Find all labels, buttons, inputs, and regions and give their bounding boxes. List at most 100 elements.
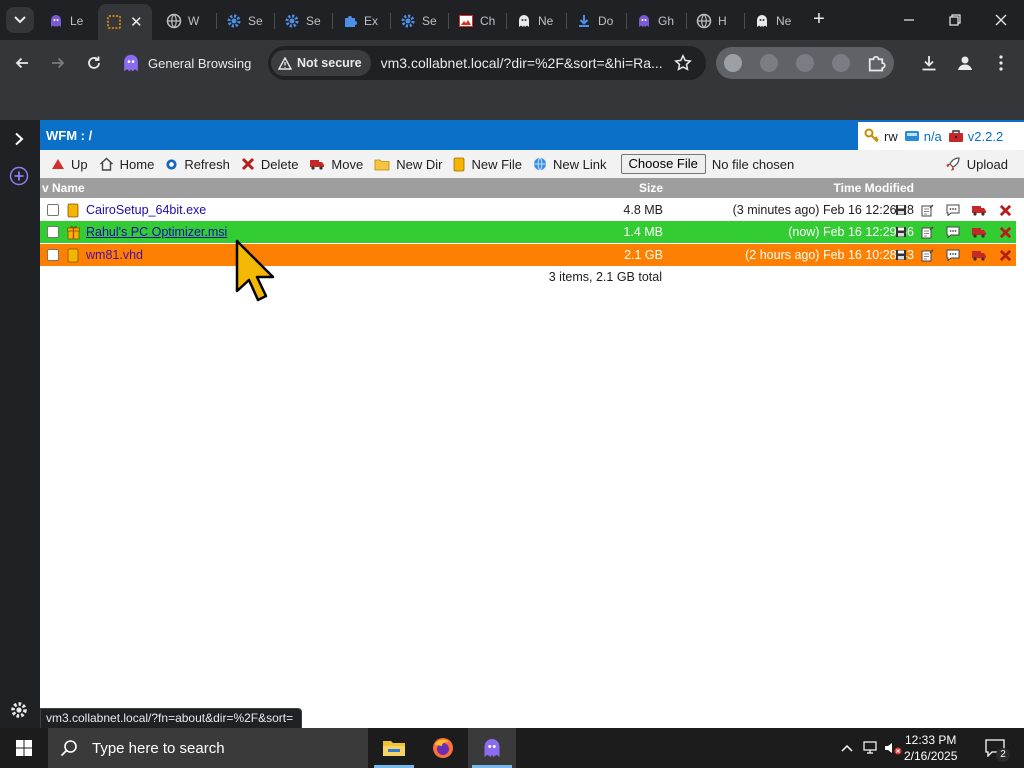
- new-file-button[interactable]: New File: [453, 157, 522, 172]
- time-column-header[interactable]: Time Modified: [834, 181, 914, 195]
- extension-icon[interactable]: [760, 54, 778, 72]
- disk-status[interactable]: n/a: [904, 129, 942, 144]
- tab-strip: Le ✕ W Se Se Ex Se Ch Ne Do Gh H Ne +: [0, 0, 1024, 40]
- taskbar-search[interactable]: Type here to search: [48, 728, 368, 768]
- delete-button[interactable]: Delete: [241, 157, 298, 172]
- tab-title: H: [718, 14, 727, 28]
- move-button[interactable]: Move: [309, 157, 363, 172]
- face-extension-icon[interactable]: [796, 54, 814, 72]
- new-file-label: New File: [471, 156, 523, 172]
- tab-9[interactable]: Do: [568, 6, 624, 36]
- refresh-label: Refresh: [184, 156, 230, 172]
- restore-button[interactable]: [932, 0, 978, 40]
- version-label: v2.2.2: [967, 128, 1004, 144]
- tab-7[interactable]: Ch: [450, 6, 506, 36]
- edit-action[interactable]: [914, 247, 940, 263]
- delete-action[interactable]: [992, 202, 1018, 218]
- comment-action[interactable]: [940, 224, 966, 240]
- move-action[interactable]: [966, 202, 992, 218]
- row-checkbox[interactable]: [47, 204, 59, 216]
- back-button[interactable]: [10, 51, 34, 75]
- move-action[interactable]: [966, 247, 992, 263]
- save-action[interactable]: [888, 202, 914, 218]
- file-time: (3 minutes ago) Feb 16 12:26:28: [732, 203, 914, 217]
- permission-status[interactable]: rw: [864, 128, 898, 144]
- tab-6[interactable]: Se: [392, 6, 448, 36]
- move-action[interactable]: [966, 224, 992, 240]
- table-row: CairoSetup_64bit.exe 4.8 MB (3 minutes a…: [40, 199, 1016, 221]
- row-checkbox[interactable]: [47, 226, 59, 238]
- tab-10[interactable]: Gh: [628, 6, 684, 36]
- tray-overflow-button[interactable]: [838, 739, 856, 757]
- edit-action[interactable]: [914, 202, 940, 218]
- file-link[interactable]: Rahul's PC Optimizer.msi: [86, 225, 227, 239]
- tab-3[interactable]: Se: [218, 6, 274, 36]
- name-column-header[interactable]: v Name: [42, 181, 85, 195]
- tab-5[interactable]: Ex: [334, 6, 390, 36]
- home-button[interactable]: Home: [99, 157, 154, 172]
- up-button[interactable]: Up: [51, 157, 88, 172]
- ghost-icon: [519, 15, 529, 27]
- firefox-app[interactable]: [419, 728, 467, 768]
- tab-4[interactable]: Se: [276, 6, 332, 36]
- choose-file-button[interactable]: Choose File: [620, 154, 706, 174]
- row-checkbox[interactable]: [47, 249, 59, 261]
- tab-2[interactable]: W: [158, 6, 214, 36]
- ghost-browser-app[interactable]: [468, 728, 516, 768]
- refresh-button[interactable]: Refresh: [165, 157, 230, 172]
- chevron-right-icon[interactable]: [12, 132, 26, 146]
- floppy-icon: [896, 205, 906, 215]
- new-dir-button[interactable]: New Dir: [374, 157, 442, 172]
- tab-separator: [448, 13, 449, 29]
- network-button[interactable]: [862, 739, 880, 757]
- file-explorer-app[interactable]: [370, 728, 418, 768]
- check-extension-icon[interactable]: [724, 54, 742, 72]
- reload-button[interactable]: [82, 51, 106, 75]
- delete-icon: [999, 204, 1011, 216]
- comment-action[interactable]: [940, 202, 966, 218]
- save-action[interactable]: [888, 224, 914, 240]
- size-column-header[interactable]: Size: [639, 181, 663, 195]
- new-link-button[interactable]: New Link: [533, 157, 607, 172]
- delete-action[interactable]: [992, 224, 1018, 240]
- profile-button[interactable]: [954, 52, 976, 74]
- add-circle-icon[interactable]: [9, 166, 29, 186]
- tab-search-button[interactable]: [6, 7, 34, 33]
- file-link[interactable]: CairoSetup_64bit.exe: [86, 203, 206, 217]
- start-button[interactable]: [0, 728, 48, 768]
- gear-icon: [227, 14, 241, 28]
- address-bar[interactable]: Not secure vm3.collabnet.local/?dir=%2F&…: [268, 46, 706, 80]
- bookmark-star-icon[interactable]: [674, 54, 692, 72]
- close-window-button[interactable]: [978, 0, 1024, 40]
- upload-button[interactable]: Upload: [945, 156, 1008, 172]
- tab-0[interactable]: Le: [40, 6, 96, 36]
- taskbar-clock[interactable]: 12:33 PM 2/16/2025: [904, 732, 957, 764]
- close-icon[interactable]: ✕: [130, 13, 143, 31]
- menu-button[interactable]: [990, 52, 1012, 74]
- version-status[interactable]: v2.2.2: [948, 129, 1003, 144]
- security-chip[interactable]: Not secure: [271, 50, 371, 76]
- tab-separator: [566, 13, 567, 29]
- puzzle-icon[interactable]: [866, 53, 886, 73]
- new-tab-button[interactable]: +: [808, 9, 830, 31]
- profile-chip[interactable]: General Browsing: [120, 49, 251, 77]
- url-text[interactable]: vm3.collabnet.local/?dir=%2F&sort=&hi=Ra…: [381, 55, 667, 71]
- delete-action[interactable]: [992, 247, 1018, 263]
- gear-icon[interactable]: [9, 700, 29, 720]
- downloads-button[interactable]: [918, 52, 940, 74]
- tab-8[interactable]: Ne: [508, 6, 564, 36]
- tab-11[interactable]: H: [688, 6, 744, 36]
- forward-button[interactable]: [46, 51, 70, 75]
- save-action[interactable]: [888, 247, 914, 263]
- rocket-icon: [946, 157, 960, 171]
- crosshair-extension-icon[interactable]: [832, 54, 850, 72]
- file-link[interactable]: wm81.vhd: [86, 248, 143, 262]
- comment-action[interactable]: [940, 247, 966, 263]
- edit-action[interactable]: [914, 224, 940, 240]
- globe-icon: [534, 157, 547, 171]
- minimize-button[interactable]: [886, 0, 932, 40]
- tab-12[interactable]: Ne: [746, 6, 802, 36]
- tab-1-active[interactable]: ✕: [98, 4, 152, 40]
- download-icon: [922, 56, 936, 71]
- volume-button[interactable]: [884, 739, 902, 757]
